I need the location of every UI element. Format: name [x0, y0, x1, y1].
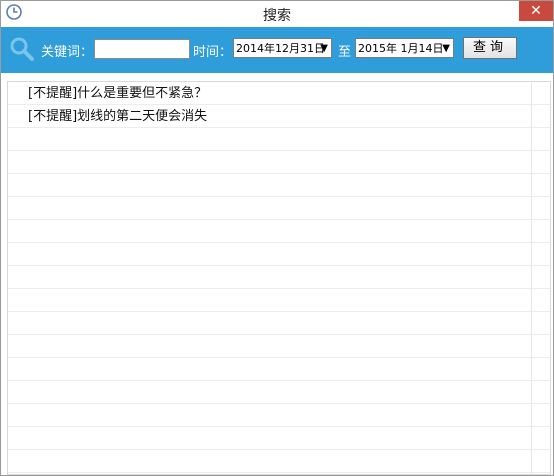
- empty-row: [8, 128, 550, 151]
- search-icon: [10, 37, 34, 61]
- empty-row: [8, 312, 550, 335]
- empty-row: [8, 243, 550, 266]
- chevron-down-icon: ▼: [320, 43, 328, 54]
- end-date-select[interactable]: 2015年 1月14日 ▼: [355, 38, 454, 58]
- scrollbar-divider: [531, 82, 532, 474]
- empty-row: [8, 335, 550, 358]
- close-icon: ✕: [530, 3, 542, 19]
- empty-row: [8, 151, 550, 174]
- empty-row: [8, 197, 550, 220]
- empty-row: [8, 289, 550, 312]
- chevron-down-icon: ▼: [442, 43, 450, 54]
- empty-row: [8, 450, 550, 473]
- empty-row: [8, 427, 550, 450]
- close-button[interactable]: ✕: [519, 1, 553, 21]
- title-bar: 搜索 ✕: [1, 1, 553, 27]
- keyword-input[interactable]: [94, 39, 190, 59]
- keyword-label: 关键词：: [41, 45, 94, 60]
- empty-row: [8, 381, 550, 404]
- time-label: 时间：: [193, 45, 233, 60]
- empty-row: [8, 266, 550, 289]
- list-item[interactable]: [不提醒]划线的第二天便会消失: [8, 105, 550, 128]
- to-label: 至: [338, 45, 352, 60]
- empty-row: [8, 404, 550, 427]
- search-toolbar: 关键词： 时间： 2014年12月31日 ▼ 至 2015年 1月14日 ▼ 查…: [1, 27, 553, 73]
- empty-row: [8, 174, 550, 197]
- window-title: 搜索: [263, 8, 291, 24]
- start-date-value: 2014年12月31日: [236, 42, 325, 55]
- list-item[interactable]: [不提醒]什么是重要但不紧急？: [8, 82, 550, 105]
- query-button[interactable]: 查询: [463, 37, 517, 59]
- search-window: 搜索 ✕ 关键词： 时间： 2014年12月31日 ▼ 至 2015年 1月14…: [0, 0, 554, 476]
- start-date-select[interactable]: 2014年12月31日 ▼: [233, 38, 332, 58]
- results-list: [不提醒]什么是重要但不紧急？ [不提醒]划线的第二天便会消失: [7, 81, 551, 475]
- empty-row: [8, 220, 550, 243]
- end-date-value: 2015年 1月14日: [358, 42, 444, 55]
- empty-row: [8, 358, 550, 381]
